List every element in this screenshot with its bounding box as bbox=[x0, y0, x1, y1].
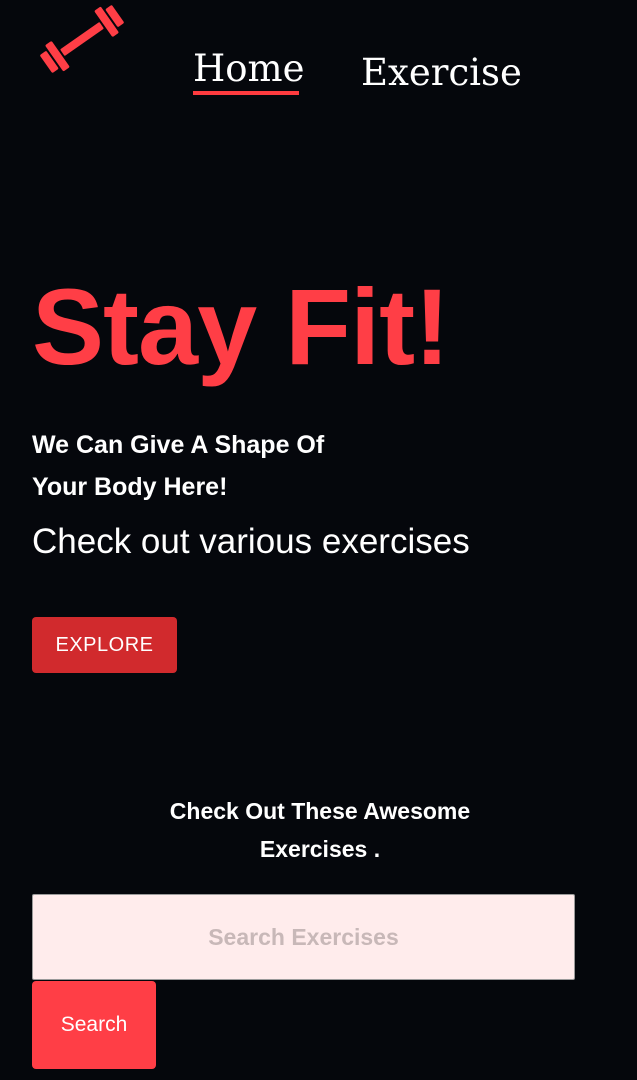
hero-title: Stay Fit! bbox=[32, 266, 450, 387]
exercises-section-heading: Check Out These Awesome Exercises . bbox=[169, 798, 471, 862]
hero-subtitle: Check out various exercises bbox=[32, 522, 470, 561]
search-input[interactable] bbox=[32, 894, 575, 980]
search-button[interactable]: Search bbox=[32, 981, 156, 1069]
explore-button[interactable]: EXPLORE bbox=[32, 617, 177, 673]
nav-link-home[interactable]: Home bbox=[193, 46, 305, 92]
hero-tagline: We Can Give A Shape Of Your Body Here! bbox=[32, 431, 325, 501]
active-nav-indicator bbox=[193, 91, 299, 95]
main-nav: Home Exercise bbox=[0, 46, 637, 106]
nav-link-exercise[interactable]: Exercise bbox=[361, 50, 522, 96]
